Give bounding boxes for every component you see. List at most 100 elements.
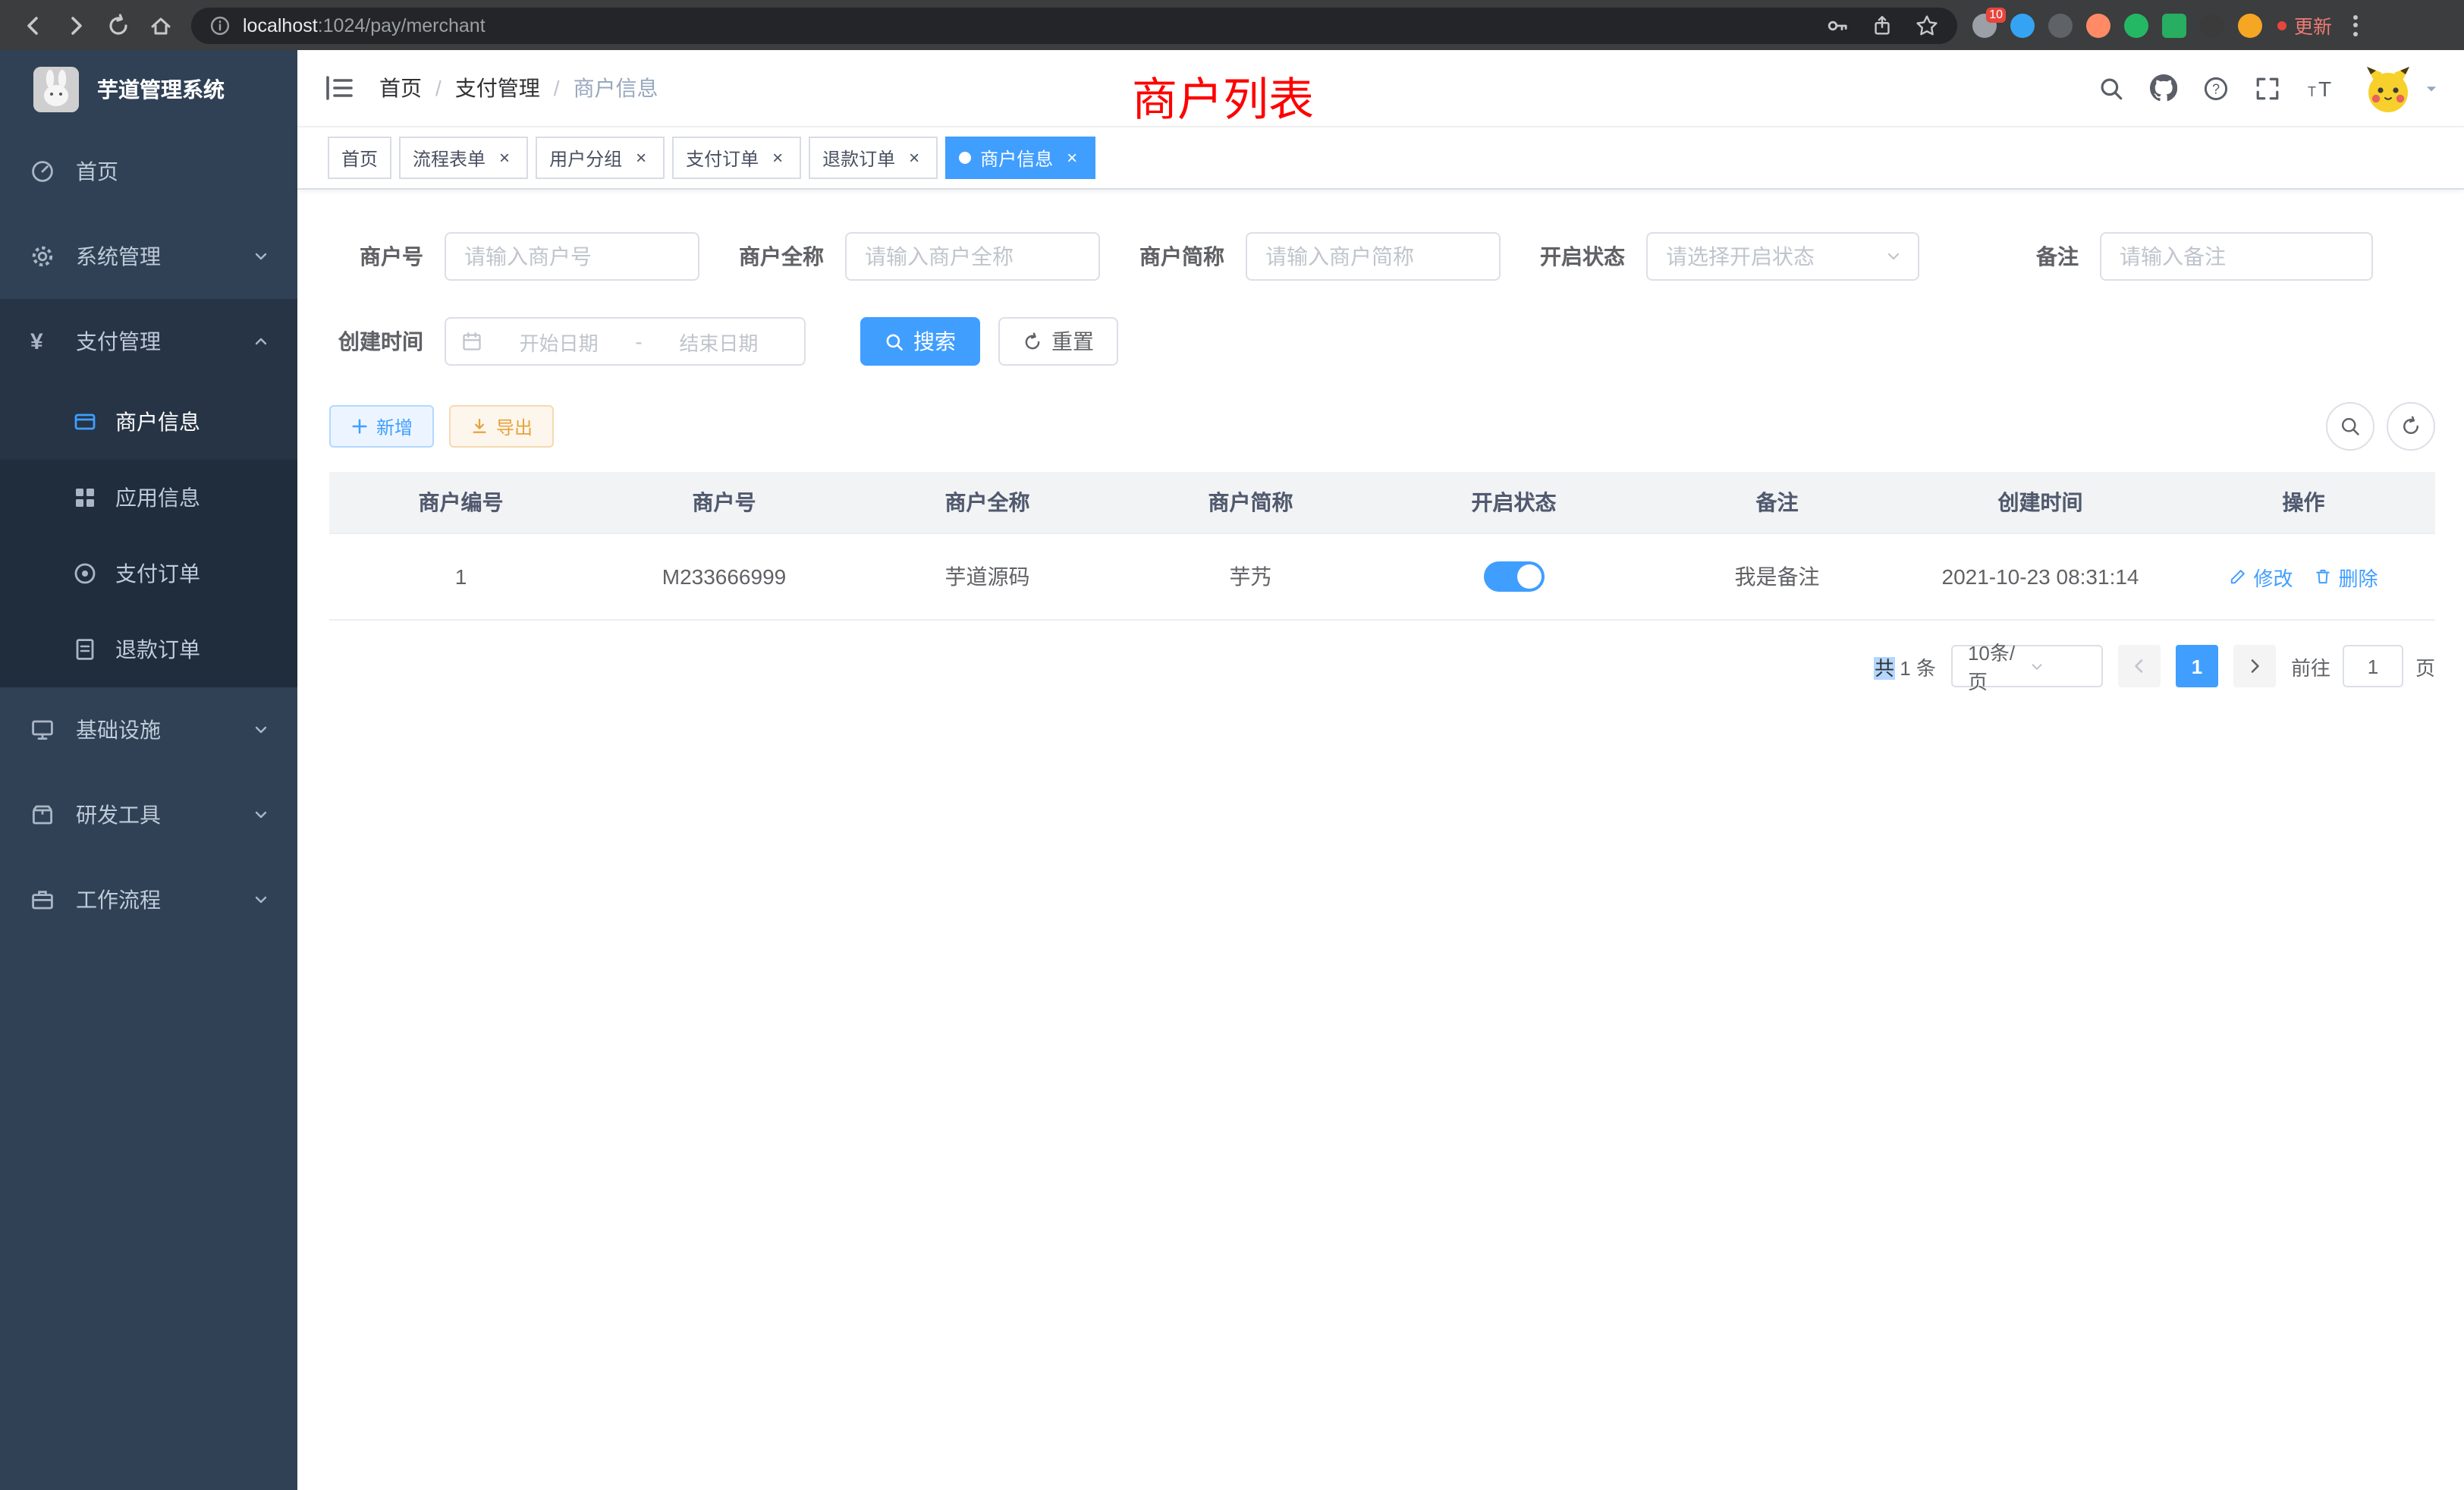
extension-icon[interactable] (2010, 13, 2035, 37)
svg-text:?: ? (2212, 80, 2220, 96)
add-button[interactable]: 新增 (329, 405, 434, 448)
reset-button[interactable]: 重置 (998, 317, 1118, 366)
next-page-button[interactable] (2233, 645, 2276, 687)
page-annotation: 商户列表 (1132, 62, 1314, 129)
merchant-no-input[interactable] (445, 232, 699, 281)
status-toggle[interactable] (1484, 561, 1545, 592)
tab-pay-order[interactable]: 支付订单× (672, 137, 801, 179)
sidebar-item-label: 系统管理 (76, 241, 161, 272)
delete-link[interactable]: 删除 (2315, 562, 2378, 591)
extension-icon[interactable]: 10 (1972, 13, 1997, 37)
reload-button[interactable] (97, 4, 140, 46)
tab-merchant-info[interactable]: 商户信息× (945, 137, 1095, 179)
extension-icon[interactable] (2238, 13, 2262, 37)
close-icon[interactable]: × (631, 148, 651, 168)
update-dot-icon (2277, 20, 2286, 30)
page-size-select[interactable]: 10条/页 (1951, 645, 2103, 687)
hamburger-icon[interactable] (325, 74, 355, 102)
sidebar-item-payment[interactable]: ¥ 支付管理 (0, 299, 297, 384)
edit-link[interactable]: 修改 (2229, 562, 2293, 591)
extension-icon[interactable] (2048, 13, 2073, 37)
remark-input[interactable] (2100, 232, 2373, 281)
forward-button[interactable] (55, 4, 97, 46)
breadcrumb-home[interactable]: 首页 (379, 73, 422, 103)
sidebar-item-pay-order[interactable]: 支付订单 (0, 536, 297, 611)
extension-badge: 10 (1986, 7, 2006, 22)
address-bar[interactable]: localhost:1024/pay/merchant (191, 7, 1957, 43)
sidebar-item-workflow[interactable]: 工作流程 (0, 857, 297, 942)
app-logo-row[interactable]: 芋道管理系统 (0, 50, 297, 129)
export-button[interactable]: 导出 (449, 405, 554, 448)
col-header: 商户全称 (856, 487, 1119, 517)
col-header: 创建时间 (1909, 487, 2172, 517)
breadcrumb-separator: / (435, 76, 442, 100)
cell-full-name: 芋道源码 (856, 561, 1119, 592)
back-button[interactable] (12, 4, 55, 46)
sidebar-item-label: 研发工具 (76, 800, 161, 830)
search-icon[interactable] (2098, 75, 2124, 101)
goto-label: 前往 (2291, 652, 2330, 681)
chrome-update-button[interactable]: 更新 (2277, 11, 2332, 39)
search-button[interactable]: 搜索 (860, 317, 980, 366)
dashboard-icon (30, 159, 55, 184)
share-icon[interactable] (1871, 13, 1894, 37)
bookmark-star-icon[interactable] (1915, 13, 1939, 37)
merchant-no-label: 商户号 (329, 241, 423, 272)
breadcrumb-payment[interactable]: 支付管理 (455, 73, 540, 103)
search-icon (2340, 416, 2361, 437)
help-icon[interactable]: ? (2203, 75, 2229, 101)
sidebar-item-infrastructure[interactable]: 基础设施 (0, 687, 297, 772)
avatar (2362, 62, 2414, 114)
extension-icon[interactable] (2086, 13, 2110, 37)
goto-page-input[interactable] (2343, 645, 2403, 687)
extension-icon[interactable] (2124, 13, 2148, 37)
prev-page-button[interactable] (2118, 645, 2161, 687)
close-icon[interactable]: × (904, 148, 924, 168)
browser-menu-button[interactable] (2344, 14, 2367, 36)
close-icon[interactable]: × (495, 148, 514, 168)
page-number-1[interactable]: 1 (2176, 645, 2218, 687)
extension-icon[interactable] (2162, 13, 2186, 37)
home-button[interactable] (140, 4, 182, 46)
close-icon[interactable]: × (1062, 148, 1082, 168)
show-search-toggle-button[interactable] (2326, 402, 2374, 451)
app-logo (33, 67, 79, 112)
site-info-icon[interactable] (209, 14, 231, 36)
browser-toolbar: localhost:1024/pay/merchant 10 更新 (0, 0, 2464, 50)
search-icon (885, 332, 904, 351)
tab-process-form[interactable]: 流程表单× (399, 137, 528, 179)
sidebar-item-home[interactable]: 首页 (0, 129, 297, 214)
table-row: 1 M233666999 芋道源码 芋艿 我是备注 2021-10-23 08:… (329, 534, 2435, 619)
extension-icon[interactable] (2200, 13, 2224, 37)
chevron-down-icon (2029, 658, 2089, 674)
status-select[interactable]: 请选择开启状态 (1646, 232, 1919, 281)
github-icon[interactable] (2150, 74, 2177, 102)
cell-merchant-index: 1 (329, 564, 592, 589)
download-icon (470, 417, 489, 435)
chevron-down-icon (252, 247, 270, 266)
password-key-icon[interactable] (1825, 13, 1850, 37)
close-icon[interactable]: × (768, 148, 787, 168)
sidebar-item-dev-tools[interactable]: 研发工具 (0, 772, 297, 857)
sidebar-item-merchant-info[interactable]: 商户信息 (0, 384, 297, 460)
full-name-label: 商户全称 (739, 241, 824, 272)
tab-home[interactable]: 首页 (328, 137, 391, 179)
user-menu[interactable] (2362, 62, 2440, 114)
sidebar-item-refund-order[interactable]: 退款订单 (0, 611, 297, 687)
short-name-input[interactable] (1246, 232, 1501, 281)
home-icon (149, 13, 173, 37)
font-size-icon[interactable]: TT (2306, 75, 2337, 101)
calendar-icon (461, 331, 482, 352)
trash-icon (2315, 567, 2333, 586)
full-name-input[interactable] (845, 232, 1100, 281)
cell-short-name: 芋艿 (1119, 561, 1382, 592)
sidebar-item-system[interactable]: 系统管理 (0, 214, 297, 299)
create-time-range-picker[interactable]: 开始日期 - 结束日期 (445, 317, 806, 366)
refresh-table-button[interactable] (2387, 402, 2435, 451)
sidebar-item-app-info[interactable]: 应用信息 (0, 460, 297, 536)
col-header: 商户编号 (329, 487, 592, 517)
fullscreen-icon[interactable] (2255, 75, 2280, 101)
tab-refund-order[interactable]: 退款订单× (809, 137, 938, 179)
date-separator: - (629, 329, 648, 354)
tab-user-group[interactable]: 用户分组× (536, 137, 665, 179)
